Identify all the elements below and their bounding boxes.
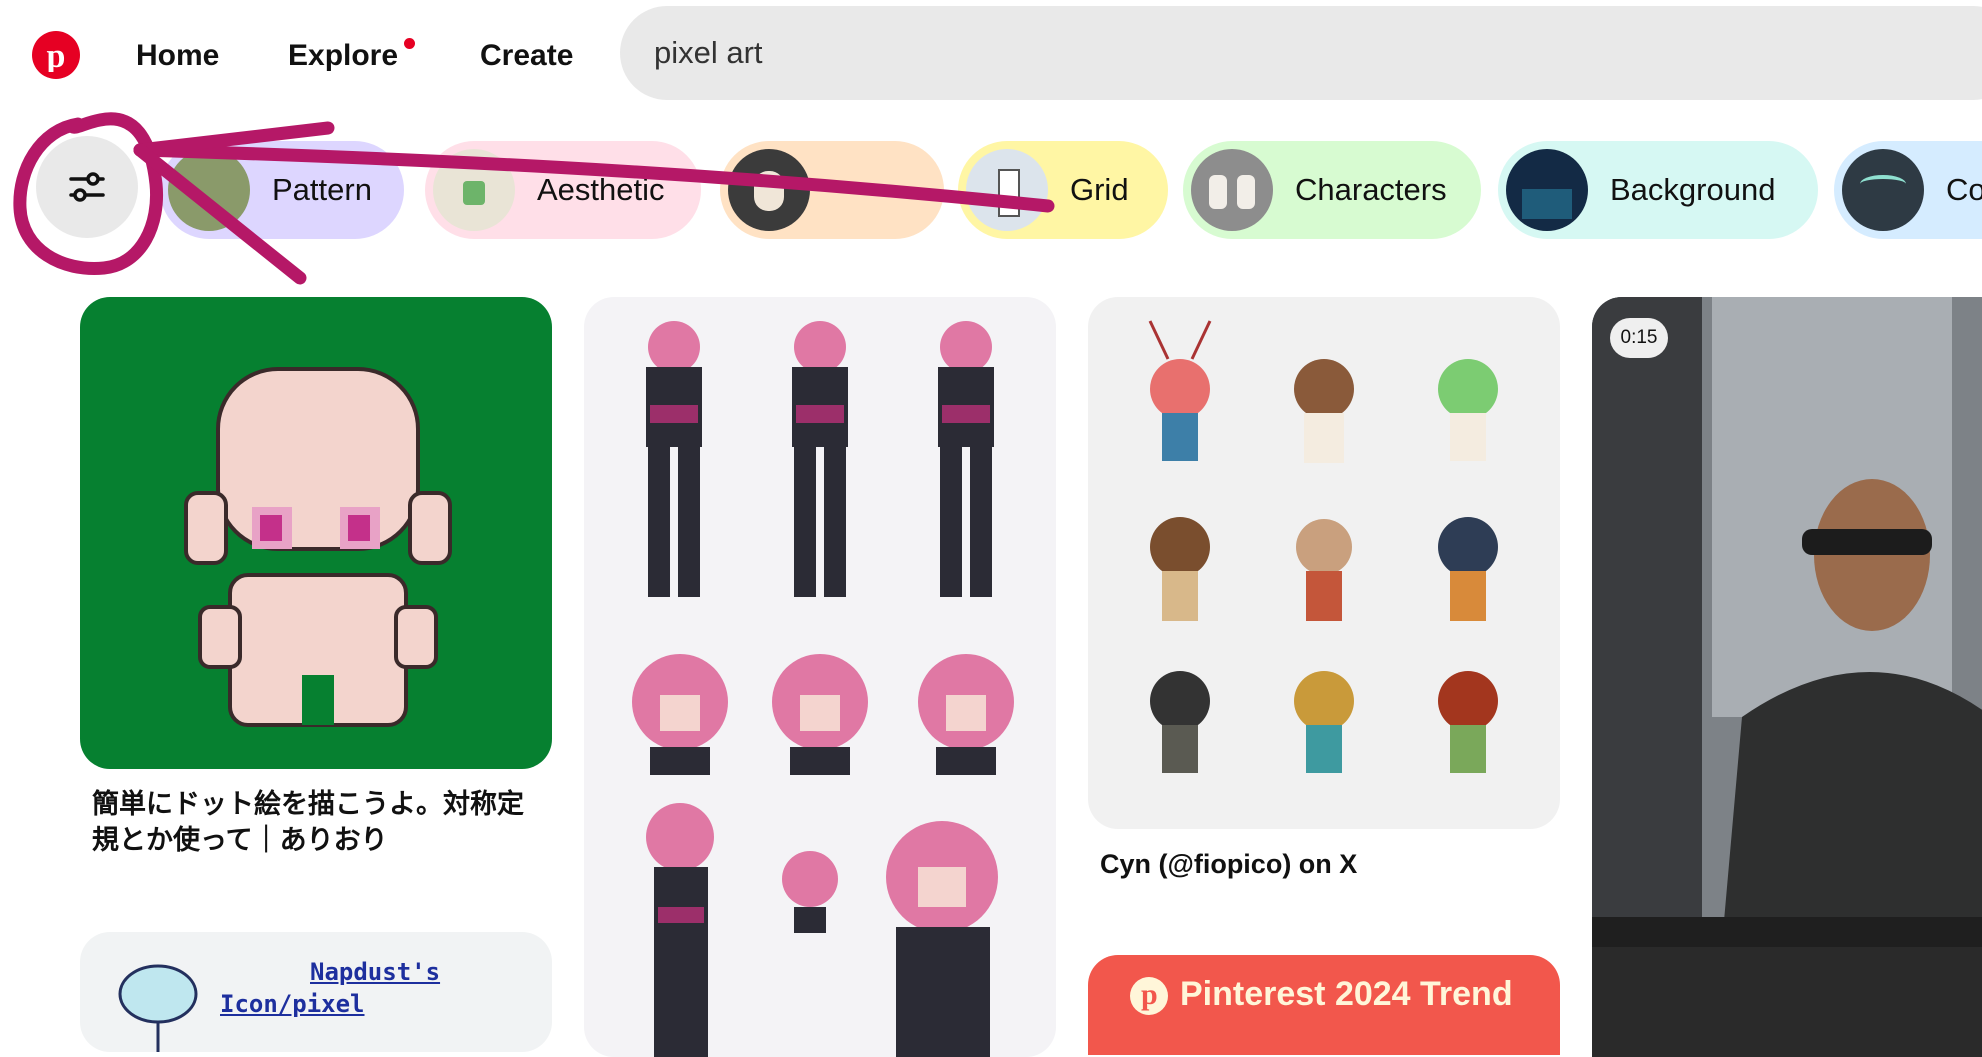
- explore-notification-dot: [404, 38, 415, 49]
- chibi-characters-illustration: [1148, 320, 1498, 773]
- chip-grid[interactable]: Grid: [958, 141, 1168, 239]
- filter-button[interactable]: [36, 136, 138, 238]
- trend-pin[interactable]: p Pinterest 2024 Trend: [1088, 955, 1560, 1055]
- video-duration-badge: 0:15: [1610, 318, 1668, 358]
- sliders-icon: [69, 172, 105, 202]
- napdust-title: Napdust's: [310, 958, 441, 986]
- chip-aesthetic[interactable]: Aesthetic: [425, 141, 701, 239]
- pixel-character-illustration: [184, 367, 452, 727]
- character-sheet-illustration: [632, 321, 1014, 1057]
- video-pin[interactable]: [1592, 297, 1982, 1057]
- pin-image[interactable]: [80, 297, 552, 769]
- chip-label: Background: [1610, 172, 1776, 207]
- chip-label: Characters: [1295, 172, 1447, 207]
- video-frame: [1592, 297, 1982, 1057]
- chip-category[interactable]: [720, 141, 944, 239]
- nav-create[interactable]: Create: [480, 34, 573, 78]
- chip-label: Grid: [1070, 172, 1129, 207]
- trend-title: Pinterest 2024 Trend: [1180, 975, 1513, 1013]
- chip-co[interactable]: Co: [1834, 141, 1982, 239]
- search-input[interactable]: pixel art: [654, 32, 763, 74]
- chip-thumbnail: [1506, 149, 1588, 231]
- pin-image[interactable]: [584, 297, 1056, 1057]
- svg-text:p: p: [47, 38, 66, 72]
- pinterest-logo[interactable]: p: [32, 31, 80, 79]
- chip-thumbnail: [966, 149, 1048, 231]
- chip-label: Pattern: [272, 172, 372, 207]
- chip-thumbnail: [1191, 149, 1273, 231]
- pin-image[interactable]: [1088, 297, 1560, 829]
- chip-background[interactable]: Background: [1498, 141, 1818, 239]
- pinterest-p-icon: p: [47, 38, 66, 72]
- nav-home[interactable]: Home: [136, 34, 219, 78]
- chip-thumbnail: [1842, 149, 1924, 231]
- nav-explore[interactable]: Explore: [288, 34, 398, 78]
- chip-pattern[interactable]: Pattern: [160, 141, 404, 239]
- napdust-subtitle: Icon/pixel: [220, 990, 365, 1018]
- pinterest-logo-icon: p: [1130, 977, 1168, 1015]
- chip-label: Co: [1946, 172, 1982, 207]
- chip-characters[interactable]: Characters: [1183, 141, 1481, 239]
- chip-thumbnail: [168, 149, 250, 231]
- chip-thumbnail: [433, 149, 515, 231]
- pin-caption[interactable]: Cyn (@fiopico) on X: [1100, 846, 1540, 882]
- pin-image[interactable]: Napdust's Icon/pixel: [80, 932, 552, 1052]
- chip-label: Aesthetic: [537, 172, 665, 207]
- search-bar[interactable]: pixel art: [620, 6, 1982, 100]
- pin-caption[interactable]: 簡単にドット絵を描こうよ。対称定規とか使って｜ありおり: [92, 786, 532, 858]
- chip-thumbnail: [728, 149, 810, 231]
